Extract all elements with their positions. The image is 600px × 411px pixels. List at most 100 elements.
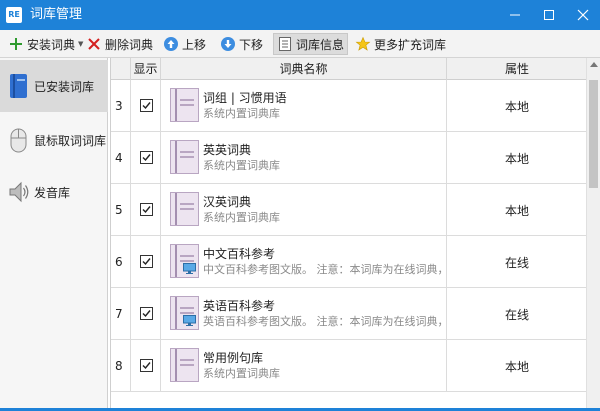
table-row[interactable]: 6 中文百科参考中文百科参考图文版。 注意：本词库为在线词典， 在线 xyxy=(111,236,586,288)
dropdown-caret-icon: ▼ xyxy=(78,40,84,48)
attr-cell: 本地 xyxy=(447,340,586,392)
dictionary-name: 英语百科参考 xyxy=(203,299,276,313)
table-row[interactable]: 7 英语百科参考英语百科参考图文版。 注意：本词库为在线词典， 在线 xyxy=(111,288,586,340)
row-index-cell: 5 xyxy=(111,184,131,236)
move-down-button[interactable]: 下移 xyxy=(220,33,263,55)
dict-info-button[interactable]: 词库信息 xyxy=(273,33,349,55)
name-cell: 常用例句库系统内置词典库 xyxy=(161,340,447,392)
dictionary-book-icon xyxy=(170,348,199,382)
window-title: 词库管理 xyxy=(30,7,83,22)
dictionary-attribute: 在线 xyxy=(504,256,529,270)
show-checkbox[interactable] xyxy=(140,307,153,320)
name-cell: 英语百科参考英语百科参考图文版。 注意：本词库为在线词典， xyxy=(161,288,447,340)
name-cell: 英英词典 系统内置词典库 xyxy=(161,132,447,184)
show-checkbox[interactable] xyxy=(140,203,153,216)
arrow-up-icon xyxy=(164,37,178,51)
name-cell: 中文百科参考中文百科参考图文版。 注意：本词库为在线词典， xyxy=(161,236,447,288)
row-index: 5 xyxy=(115,203,123,217)
table-row[interactable]: 3 词组 | 习惯用语 系统内置词典库 本地 xyxy=(111,80,586,132)
dictionary-book-icon xyxy=(170,140,199,174)
minimize-icon xyxy=(510,14,520,16)
show-checkbox[interactable] xyxy=(140,255,153,268)
dictionary-name: 词组 | 习惯用语 xyxy=(203,91,287,105)
more-dicts-label: 更多扩充词库 xyxy=(374,37,447,52)
row-index: 4 xyxy=(115,151,123,165)
vertical-scrollbar[interactable] xyxy=(586,58,600,408)
attr-cell: 在线 xyxy=(447,288,586,340)
dictionary-book-icon xyxy=(170,88,199,122)
show-cell xyxy=(131,236,161,288)
row-index: 7 xyxy=(115,307,123,321)
attr-cell: 本地 xyxy=(447,184,586,236)
close-button[interactable] xyxy=(566,0,600,30)
online-monitor-icon xyxy=(183,315,196,326)
info-document-icon xyxy=(279,37,291,51)
dictionary-book-icon xyxy=(170,192,199,226)
show-cell xyxy=(131,132,161,184)
move-down-label: 下移 xyxy=(239,37,264,52)
dictionary-description: 系统内置词典库 xyxy=(203,211,280,224)
checkmark-icon xyxy=(142,258,151,266)
name-cell: 词组 | 习惯用语 系统内置词典库 xyxy=(161,80,447,132)
attr-cell: 本地 xyxy=(447,132,586,184)
show-checkbox[interactable] xyxy=(140,99,153,112)
header-name[interactable]: 词典名称 xyxy=(161,58,447,80)
checkmark-icon xyxy=(142,102,151,110)
more-dicts-button[interactable]: 更多扩充词库 xyxy=(355,33,446,55)
dictionary-description: 英语百科参考图文版。 注意：本词库为在线词典， xyxy=(203,315,447,328)
delete-dict-label: 删除词典 xyxy=(105,37,154,52)
minimize-button[interactable] xyxy=(498,0,532,30)
arrow-down-icon xyxy=(221,37,235,51)
sidebar-item-mouse-lookup[interactable]: 鼠标取词词库 xyxy=(0,114,108,166)
sidebar-item-pronunciation[interactable]: 发音库 xyxy=(0,166,108,218)
row-index-cell: 3 xyxy=(111,80,131,132)
table-row[interactable]: 5 汉英词典 系统内置词典库 本地 xyxy=(111,184,586,236)
dict-info-label: 词库信息 xyxy=(296,37,345,52)
show-checkbox[interactable] xyxy=(140,151,153,164)
show-checkbox[interactable] xyxy=(140,359,153,372)
attr-cell: 在线 xyxy=(447,236,586,288)
show-cell xyxy=(131,340,161,392)
dictionary-name: 常用例句库 xyxy=(203,351,264,365)
toolbar: 安装词典 ▼ 删除词典 上移 下移 词库信息 更多扩充词库 xyxy=(0,30,600,58)
install-dict-button[interactable]: 安装词典 ▼ xyxy=(8,33,83,55)
dictionary-description: 系统内置词典库 xyxy=(203,367,280,380)
scroll-up-icon[interactable] xyxy=(590,62,598,67)
row-index-cell: 6 xyxy=(111,236,131,288)
dictionary-attribute: 在线 xyxy=(504,308,529,322)
dictionary-name: 汉英词典 xyxy=(203,195,252,209)
maximize-button[interactable] xyxy=(532,0,566,30)
close-icon xyxy=(577,9,589,21)
name-cell: 汉英词典系统内置词典库 xyxy=(161,184,447,236)
maximize-icon xyxy=(544,10,554,20)
table-row[interactable]: 8 常用例句库 系统内置词典库 本地 xyxy=(111,340,586,392)
install-dict-label: 安装词典 xyxy=(27,37,76,52)
delete-dict-button[interactable]: 删除词典 xyxy=(86,33,153,55)
table-row[interactable]: 4 英英词典 系统内置词典库 本地 xyxy=(111,132,586,184)
show-cell xyxy=(131,184,161,236)
show-cell xyxy=(131,80,161,132)
show-cell xyxy=(131,288,161,340)
dictionary-name: 中文百科参考 xyxy=(203,247,276,261)
dictionary-description: 系统内置词典库 xyxy=(203,107,280,120)
move-up-button[interactable]: 上移 xyxy=(163,33,206,55)
delete-x-icon xyxy=(88,38,100,50)
plus-icon xyxy=(10,38,22,50)
dictionary-description: 中文百科参考图文版。 注意：本词库为在线词典， xyxy=(203,263,447,276)
move-up-label: 上移 xyxy=(182,37,207,52)
checkmark-icon xyxy=(142,310,151,318)
header-show[interactable]: 显示 xyxy=(131,58,161,80)
sidebar-item-installed[interactable]: 已安装词库 xyxy=(0,60,108,112)
scroll-thumb[interactable] xyxy=(589,80,598,188)
dictionary-attribute: 本地 xyxy=(504,360,529,374)
header-attr[interactable]: 属性 xyxy=(447,58,586,80)
checkmark-icon xyxy=(142,206,151,214)
dictionary-description: 系统内置词典库 xyxy=(203,159,280,172)
speaker-icon xyxy=(9,181,29,203)
book-icon xyxy=(10,74,27,98)
row-index-cell: 7 xyxy=(111,288,131,340)
table-header: 显示 词典名称 属性 xyxy=(111,58,586,80)
sidebar: 已安装词库 鼠标取词词库 发音库 xyxy=(0,58,108,411)
online-monitor-icon xyxy=(183,263,196,274)
row-index: 3 xyxy=(115,99,123,113)
